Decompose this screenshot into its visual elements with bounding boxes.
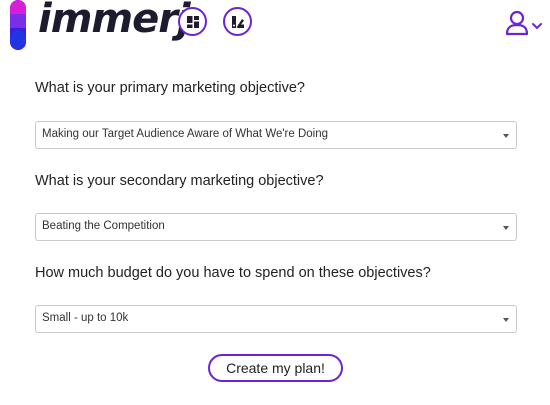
logo-mark-icon	[10, 0, 26, 50]
secondary-objective-value: Beating the Competition	[42, 220, 165, 232]
caret-down-icon	[503, 134, 509, 138]
page: immerj What is your primary marketing ob…	[0, 0, 550, 405]
user-icon	[505, 10, 529, 36]
primary-objective-select[interactable]: Making our Target Audience Aware of What…	[35, 121, 517, 149]
caret-down-icon	[503, 226, 509, 230]
secondary-objective-select[interactable]: Beating the Competition	[35, 213, 517, 241]
palette-icon	[231, 15, 244, 28]
header: immerj	[0, 0, 550, 52]
budget-value: Small - up to 10k	[42, 312, 129, 324]
primary-objective-label: What is your primary marketing objective…	[35, 80, 305, 96]
user-menu[interactable]	[505, 9, 545, 37]
dashboard-button[interactable]	[178, 7, 207, 36]
chevron-down-icon	[532, 23, 542, 29]
secondary-objective-label: What is your secondary marketing objecti…	[35, 173, 324, 189]
primary-objective-value: Making our Target Audience Aware of What…	[42, 128, 329, 140]
caret-down-icon	[503, 318, 509, 322]
palette-button[interactable]	[223, 7, 252, 36]
logo-text: immerj	[38, 0, 191, 42]
create-plan-button[interactable]: Create my plan!	[208, 354, 343, 382]
dashboard-icon	[186, 15, 199, 28]
budget-label: How much budget do you have to spend on …	[35, 265, 431, 281]
budget-select[interactable]: Small - up to 10k	[35, 305, 517, 333]
